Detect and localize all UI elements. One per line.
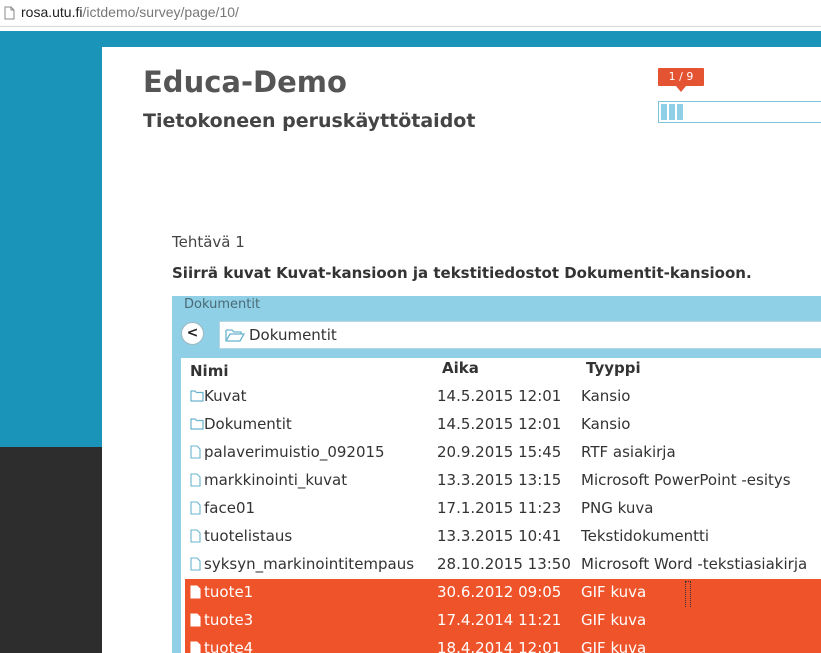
url-path: /ictdemo/survey/page/10/ (82, 4, 239, 20)
survey-panel: Educa-Demo Tietokoneen peruskäyttötaidot… (102, 47, 821, 653)
explorer-window-title: Dokumentit (184, 297, 261, 312)
url-host: rosa.utu.fi (21, 4, 83, 20)
file-date: 17.4.2014 11:21 (437, 611, 562, 629)
path-text: Dokumentit (249, 326, 337, 344)
progress-fill (661, 104, 684, 120)
file-row[interactable]: face01 17.1.2015 11:23 PNG kuva (185, 495, 821, 523)
file-icon (190, 641, 201, 653)
folder-icon (190, 390, 204, 402)
column-header-date[interactable]: Aika (442, 359, 479, 377)
file-name: tuote1 (204, 583, 254, 601)
progress-bar (658, 101, 821, 123)
file-date: 28.10.2015 13:50 (437, 555, 571, 573)
file-type: Kansio (581, 415, 631, 433)
address-bar[interactable]: rosa.utu.fi/ictdemo/survey/page/10/ (0, 0, 821, 27)
file-row[interactable]: markkinointi_kuvat 13.3.2015 13:15 Microso… (185, 467, 821, 495)
file-name: Kuvat (204, 387, 247, 405)
url-text[interactable]: rosa.utu.fi/ictdemo/survey/page/10/ (21, 4, 239, 20)
folder-icon (190, 418, 204, 430)
file-name: tuote3 (204, 611, 254, 629)
file-row[interactable]: palaverimuistio_092015 20.9.2015 15:45 RTF… (185, 439, 821, 467)
file-list: Nimi Aika Tyyppi Kuvat 14.5.2015 12:01 Kan… (181, 358, 821, 653)
file-type: PNG kuva (581, 499, 654, 517)
column-header-name[interactable]: Nimi (190, 362, 228, 380)
file-date: 17.1.2015 11:23 (437, 499, 562, 517)
file-date: 13.3.2015 13:15 (437, 471, 562, 489)
file-name: face01 (204, 499, 256, 517)
file-date: 13.3.2015 10:41 (437, 527, 562, 545)
file-type: GIF kuva (581, 639, 647, 653)
file-type: Tekstidokumentti (581, 527, 710, 545)
file-icon (190, 445, 201, 459)
task-instruction: Siirrä kuvat Kuvat-kansioon ja tekstitie… (172, 264, 752, 282)
file-name: tuote4 (204, 639, 254, 653)
progress-badge: 1 / 9 (658, 68, 704, 92)
file-type: Kansio (581, 387, 631, 405)
file-name: Dokumentit (204, 415, 292, 433)
file-row[interactable]: syksyn_markinointitempaus 28.10.2015 13:5… (185, 551, 821, 579)
file-explorer: Dokumentit < Dokumentit Nimi Aika Tyyppi… (172, 296, 821, 653)
file-type: Microsoft PowerPoint -esitys (581, 471, 791, 489)
file-type: RTF asiakirja (581, 443, 676, 461)
file-name: markkinointi_kuvat (204, 471, 348, 489)
page-subtitle: Tietokoneen peruskäyttötaidot (143, 110, 476, 132)
file-type: GIF kuva (581, 611, 647, 629)
file-row[interactable]: Dokumentit 14.5.2015 12:01 Kansio (185, 411, 821, 439)
task-label: Tehtävä 1 (172, 233, 245, 251)
file-icon (190, 557, 201, 571)
file-name: syksyn_markinointitempaus (204, 555, 415, 573)
back-button[interactable]: < (181, 322, 204, 345)
file-row[interactable]: tuotelistaus 13.3.2015 10:41 Tekstidokumen… (185, 523, 821, 551)
file-name: tuotelistaus (204, 527, 293, 545)
page-title: Educa-Demo (143, 65, 347, 99)
column-header-type[interactable]: Tyyppi (586, 359, 641, 377)
file-date: 20.9.2015 15:45 (437, 443, 562, 461)
file-type: Microsoft Word -tekstiasiakirja (581, 555, 808, 573)
file-icon (190, 473, 201, 487)
file-date: 18.4.2014 12:01 (437, 639, 562, 653)
open-folder-icon (225, 329, 245, 342)
file-row[interactable]: tuote4 18.4.2014 12:01 GIF kuva (185, 635, 821, 653)
page-icon (4, 6, 15, 20)
file-icon (190, 613, 201, 627)
file-type: GIF kuva (581, 583, 647, 601)
file-name: palaverimuistio_092015 (204, 443, 385, 461)
file-date: 14.5.2015 12:01 (437, 387, 562, 405)
file-icon (190, 529, 201, 543)
file-date: 14.5.2015 12:01 (437, 415, 562, 433)
file-icon (190, 585, 201, 599)
file-row[interactable]: tuote3 17.4.2014 11:21 GIF kuva (185, 607, 821, 635)
file-icon (190, 501, 201, 515)
file-row[interactable]: Kuvat 14.5.2015 12:01 Kansio (185, 383, 821, 411)
file-date: 30.6.2012 09:05 (437, 583, 562, 601)
path-bar: Dokumentit (219, 321, 821, 349)
file-row[interactable]: tuote1 30.6.2012 09:05 GIF kuva (185, 579, 821, 623)
